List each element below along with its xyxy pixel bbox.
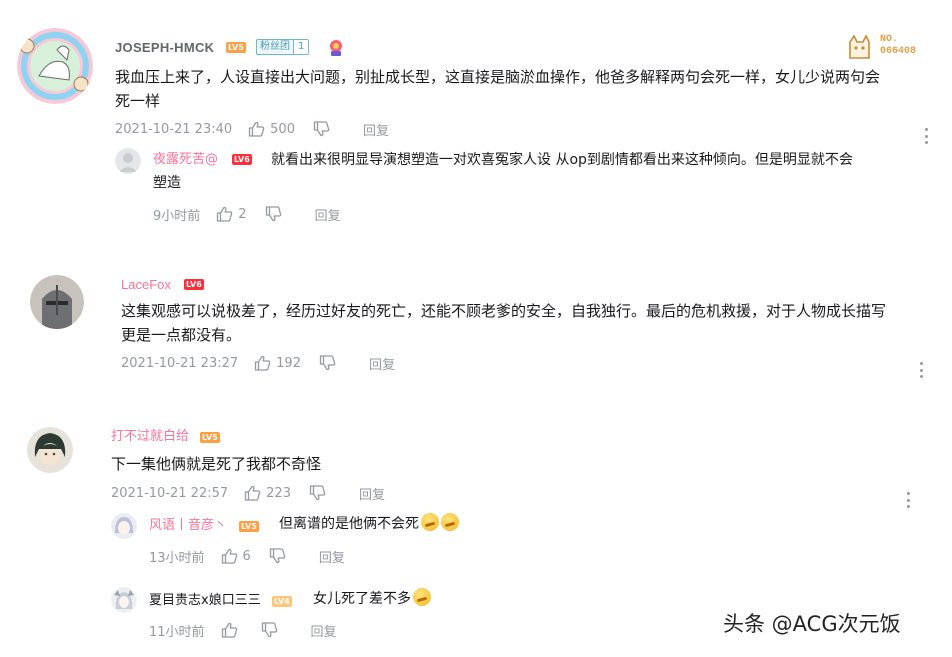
reply-meta: 11小时前 回复 [149, 621, 337, 640]
reply-text-content: 女儿死了差不多 [313, 591, 411, 607]
comment-text-line: 死一样 [115, 92, 161, 110]
comment-text-line: 这集观感可以说极差了，经历过好友的死亡，还能不顾老爹的安全，自我独行。最后的危机… [121, 302, 887, 320]
reply-button[interactable]: 回复 [315, 205, 341, 224]
watermark: 头条 @ACG次元饭 [723, 612, 901, 636]
thumb-up-icon [255, 355, 271, 371]
thumb-up-icon [221, 622, 237, 638]
comment-item: LaceFox LV6 这集观感可以说极差了，经历过好友的死亡，还能不顾老爹的安… [0, 265, 952, 395]
comment-text: 我血压上来了，人设直接出大问题，别扯成长型，这直接是脑淤血操作，他爸多解释两句会… [115, 65, 945, 113]
medal-icon [326, 37, 346, 57]
reply-text-line: 就看出来很明显导演想塑造一对欢喜冤家人设 从op到剧情都看出来这种倾向。但是明显… [271, 152, 853, 168]
avatar[interactable] [17, 28, 93, 104]
fans-club-level: 1 [293, 40, 309, 54]
reply-username[interactable]: 风语丨音彦丶 [149, 518, 227, 534]
avatar[interactable] [27, 427, 73, 473]
thumb-up-icon [217, 206, 233, 222]
like-button[interactable]: 500 [248, 121, 295, 137]
comment-meta: 2021-10-21 23:27 192 回复 [121, 354, 395, 373]
like-count: 2 [238, 206, 247, 222]
fans-club-name: 粉丝团 [260, 41, 290, 52]
level-badge: LV5 [226, 42, 246, 53]
thumb-down-icon [313, 121, 330, 137]
reply-time: 13小时前 [149, 550, 205, 566]
emoji-icon [441, 513, 459, 531]
no-badge-text: NO. 066408 [880, 34, 916, 58]
reply-button[interactable]: 回复 [311, 621, 337, 640]
reply-text-line: 塑造 [153, 175, 181, 191]
emoji-icon [413, 588, 431, 606]
more-options-icon[interactable] [923, 128, 929, 144]
like-button[interactable]: 6 [221, 548, 251, 564]
avatar[interactable] [30, 275, 84, 329]
thumb-down-icon [269, 548, 286, 564]
like-count: 192 [276, 355, 301, 371]
thumb-down-icon [265, 206, 281, 222]
like-button[interactable]: 192 [254, 355, 301, 371]
reply-text: 女儿死了差不多 [313, 588, 431, 611]
comment-time: 2021-10-21 23:40 [115, 121, 233, 137]
no-badge: NO. 066408 [838, 30, 934, 64]
more-options-icon[interactable] [905, 492, 911, 508]
username[interactable]: LaceFox [121, 277, 171, 293]
like-button[interactable]: 2 [216, 206, 247, 222]
reply-button[interactable]: 回复 [319, 547, 345, 566]
reply-button[interactable]: 回复 [369, 354, 395, 373]
thumb-up-icon [245, 485, 261, 501]
reply-avatar[interactable] [111, 513, 137, 539]
comment-time: 2021-10-21 23:27 [121, 355, 239, 371]
like-count: 6 [242, 548, 251, 564]
reply-time: 11小时前 [149, 624, 205, 640]
fans-club-badge[interactable]: 粉丝团 1 [256, 39, 310, 55]
thumb-down-icon [309, 485, 326, 501]
comment-text-line: 更是一点都没有。 [121, 326, 242, 344]
reply-text: 就看出来很明显导演想塑造一对欢喜冤家人设 从op到剧情都看出来这种倾向。但是明显… [153, 149, 943, 195]
comment-text: 下一集他俩就是死了我都不奇怪 [111, 455, 322, 473]
reply-avatar[interactable] [111, 587, 137, 613]
dislike-button[interactable] [313, 121, 335, 137]
like-count: 223 [266, 485, 291, 501]
comment-text-line: 我血压上来了，人设直接出大问题，别扯成长型，这直接是脑淤血操作，他爸多解释两句会… [115, 68, 881, 86]
reply-text-content: 但离谱的是他俩不会死 [279, 516, 419, 532]
thumb-up-icon [221, 548, 237, 564]
username[interactable]: JOSEPH-HMCK [115, 40, 214, 56]
comment-meta: 2021-10-21 22:57 223 回复 [111, 484, 385, 503]
reply-username[interactable]: 夏目贵志x娘口三三 [149, 593, 261, 609]
dislike-button[interactable] [261, 622, 283, 638]
more-options-icon[interactable] [918, 362, 924, 378]
comment-text: 这集观感可以说极差了，经历过好友的死亡，还能不顾老爹的安全，自我独行。最后的危机… [121, 299, 946, 347]
level-badge: LV4 [272, 596, 292, 607]
thumb-up-icon [249, 121, 265, 137]
username[interactable]: 打不过就白给 [111, 429, 189, 445]
level-badge: LV5 [200, 432, 220, 443]
reply-meta: 13小时前 6 回复 [149, 547, 345, 566]
reply-button[interactable]: 回复 [363, 120, 389, 139]
reply-text: 但离谱的是他俩不会死 [279, 513, 459, 536]
reply-avatar[interactable] [115, 148, 141, 174]
thumb-down-icon [319, 355, 336, 371]
comment-meta: 2021-10-21 23:40 500 回复 [115, 120, 389, 139]
dislike-button[interactable] [265, 206, 287, 222]
dislike-button[interactable] [309, 485, 331, 501]
no-badge-number: 066408 [880, 46, 917, 57]
emoji-icon [421, 513, 439, 531]
cat-icon [844, 32, 874, 62]
comment-time: 2021-10-21 22:57 [111, 485, 229, 501]
comment-item: JOSEPH-HMCK LV5 粉丝团 1 NO. 066408 我血压上来了，… [0, 0, 952, 235]
thumb-down-icon [261, 622, 277, 638]
level-badge: LV6 [184, 279, 204, 290]
reply-meta: 9小时前 2 回复 [153, 205, 341, 224]
dislike-button[interactable] [269, 548, 291, 564]
no-badge-label: NO. [880, 34, 899, 45]
reply-button[interactable]: 回复 [359, 484, 385, 503]
reply-time: 9小时前 [153, 208, 201, 224]
like-button[interactable] [221, 622, 243, 638]
like-count: 500 [270, 121, 295, 137]
like-button[interactable]: 223 [244, 485, 291, 501]
level-badge: LV5 [239, 521, 259, 532]
dislike-button[interactable] [319, 355, 341, 371]
